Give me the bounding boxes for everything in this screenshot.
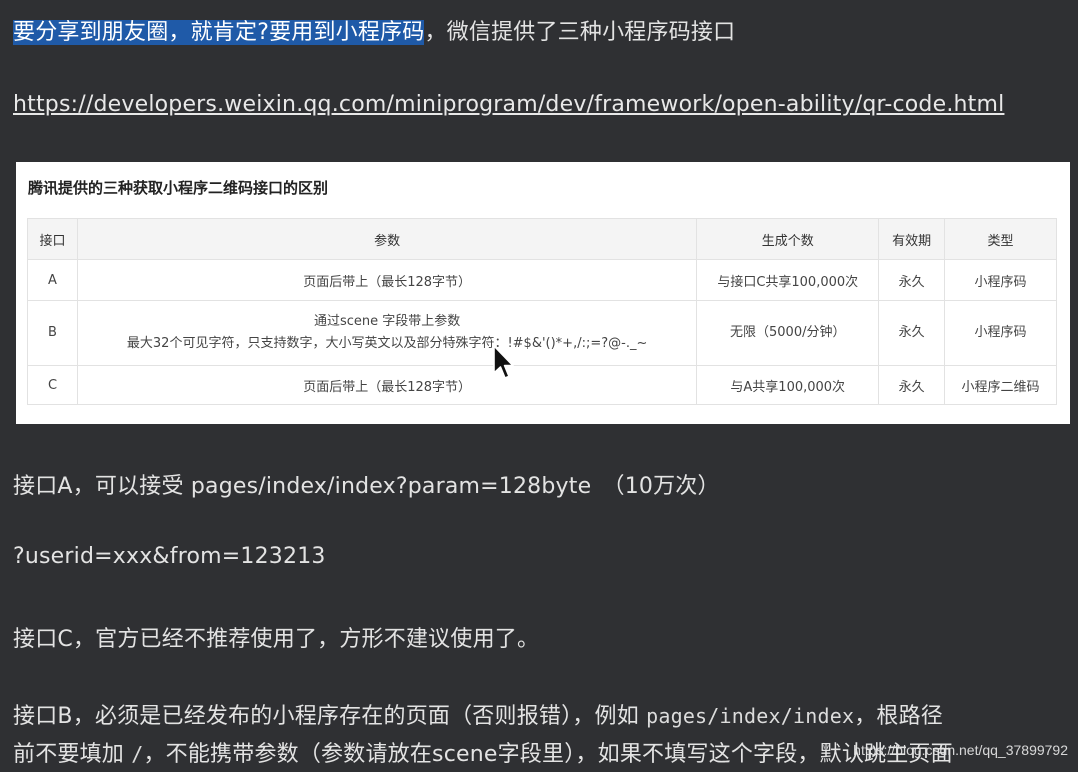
table-row: C 页面后带上（最长128字节） 与A共享100,000次 永久 小程序二维码 (27, 365, 1057, 405)
intro-text: ，微信提供了三种小程序码接口 (424, 20, 736, 45)
cell-count: 与A共享100,000次 (696, 365, 880, 405)
note-api-b-line-1: 接口B，必须是已经发布的小程序存在的页面（否则报错），例如 pages/inde… (13, 698, 943, 730)
note-b2-prefix: 前不要填加 (13, 742, 132, 767)
note-b-suffix: ，根路径 (854, 704, 944, 729)
intro-highlighted-text: 要分享到朋友圈，就肯定?要用到小程序码 (13, 20, 425, 45)
param-line-1: 通过scene 字段带上参数 (313, 314, 461, 329)
cell-validity: 永久 (878, 259, 946, 301)
intro-line: 要分享到朋友圈，就肯定?要用到小程序码，微信提供了三种小程序码接口 (13, 14, 735, 46)
cell-validity: 永久 (878, 300, 946, 366)
qr-code-doc-link[interactable]: https://developers.weixin.qq.com/minipro… (13, 92, 1004, 117)
note-query-string: ?userid=xxx&from=123213 (13, 544, 326, 569)
note-api-c: 接口C，官方已经不推荐使用了，方形不建议使用了。 (13, 627, 540, 652)
cell-validity: 永久 (878, 365, 946, 405)
link-line: https://developers.weixin.qq.com/minipro… (13, 92, 1004, 117)
cell-count: 与接口C共享100,000次 (696, 259, 880, 301)
cell-type: 小程序码 (944, 300, 1057, 366)
note-b2-code: / (131, 742, 144, 766)
note-api-a: 接口A，可以接受 pages/index/index?param=128byte… (13, 474, 720, 499)
header-api: 接口 (27, 218, 78, 260)
header-count: 生成个数 (696, 218, 880, 260)
header-param: 参数 (76, 218, 698, 260)
table-title: 腾讯提供的三种获取小程序二维码接口的区别 (28, 179, 329, 197)
cell-type: 小程序二维码 (944, 365, 1057, 405)
cell-param: 页面后带上（最长128字节） (76, 259, 698, 301)
cell-param: 通过scene 字段带上参数 最大32个可见字符，只支持数字，大小写英文以及部分… (76, 300, 698, 366)
param-line-2: 最大32个可见字符，只支持数字，大小写英文以及部分特殊字符：!#$&'()*+,… (126, 336, 648, 351)
watermark-text: https://blog.csdn.net/qq_37899792 (853, 742, 1068, 758)
mouse-pointer-icon (493, 345, 514, 379)
cell-api: B (27, 300, 78, 366)
note-b-prefix: 接口B，必须是已经发布的小程序存在的页面（否则报错），例如 (13, 704, 647, 729)
api-comparison-card: 腾讯提供的三种获取小程序二维码接口的区别 接口 参数 生成个数 有效期 类型 A… (16, 162, 1070, 424)
note-api-b-line-2: 前不要填加 /，不能携带参数（参数请放在scene字段里），如果不填写这个字段，… (13, 736, 953, 768)
cell-count: 无限（5000/分钟） (696, 300, 880, 366)
header-validity: 有效期 (878, 218, 946, 260)
table-row: B 通过scene 字段带上参数 最大32个可见字符，只支持数字，大小写英文以及… (27, 300, 1057, 366)
cell-api: C (27, 365, 78, 405)
api-comparison-table: 接口 参数 生成个数 有效期 类型 A 页面后带上（最长128字节） 与接口C共… (27, 218, 1057, 405)
header-type: 类型 (944, 218, 1057, 260)
note-b2-suffix: ，不能携带参数（参数请放在scene字段里），如果不填写这个字段，默认跳主页面 (143, 742, 953, 767)
note-b-code: pages/index/index (646, 704, 855, 728)
cell-param: 页面后带上（最长128字节） (76, 365, 698, 405)
cell-api: A (27, 259, 78, 301)
table-header-row: 接口 参数 生成个数 有效期 类型 (27, 218, 1057, 260)
cell-type: 小程序码 (944, 259, 1057, 301)
table-row: A 页面后带上（最长128字节） 与接口C共享100,000次 永久 小程序码 (27, 259, 1057, 301)
